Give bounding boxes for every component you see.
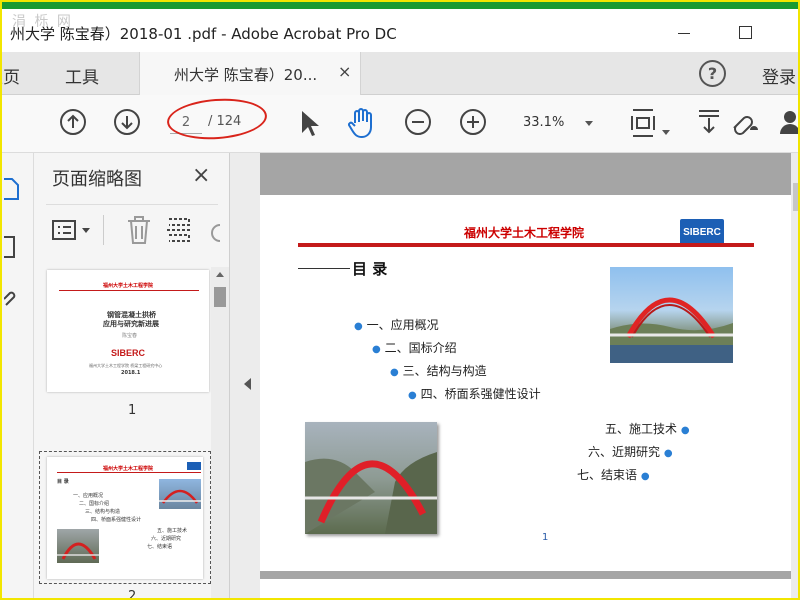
delete-page-icon[interactable] [126,215,152,249]
thumb2-header: 福州大学土木工程学院 [103,466,154,472]
thumb2-item-4: 四、桥面系强健性设计 [91,517,142,523]
thumb2-bridge-photo-2 [57,529,99,563]
bullet-icon: ● [354,321,363,332]
thumb1-redline [59,290,199,291]
app-window: 州大学 陈宝春）2018-01 .pdf - Adobe Acrobat Pro… [0,0,800,600]
toolbar-divider [103,215,104,245]
page-header-text: 福州大学土木工程学院 [464,226,585,240]
thumb1-title-2: 应用与研究新进展 [103,320,159,328]
thumb2-item-7: 七、结束语 [147,544,173,550]
document-page: 福州大学土木工程学院 SIBERC 目 录 ● 一、应用概况 ● 二、国标介绍 … [260,195,791,571]
panel-divider [46,204,218,205]
thumb1-date: 2018.1 [121,370,141,376]
scroll-up-icon[interactable] [216,272,224,277]
thumb2-logo [187,462,201,470]
title-bar: 州大学 陈宝春）2018-01 .pdf - Adobe Acrobat Pro… [2,9,798,52]
toc-item-5: 五、施工技术 ● [605,422,690,436]
page-thumbnail-2[interactable]: 福州大学土木工程学院 目 录 一、应用概况 二、国标介绍 三、结构与构造 四、桥… [47,457,203,579]
bullet-icon: ● [663,448,673,459]
panel-title: 页面缩略图 [52,169,142,190]
next-page-preview [260,579,791,598]
thumb1-logo: SIBERC [111,348,146,358]
bullet-icon: ● [680,425,690,436]
page-thumbnails-icon[interactable] [4,175,20,207]
fit-dropdown-icon[interactable] [662,121,670,140]
page-thumbnail-2-selected[interactable]: 福州大学土木工程学院 目 录 一、应用概况 二、国标介绍 三、结构与构造 四、桥… [39,451,211,584]
collapse-arrow-icon[interactable] [244,378,251,390]
tab-document-label: 州大学 陈宝春）20... [174,66,318,84]
thumb2-item-2: 二、国标介绍 [79,501,110,507]
thumb1-author: 陈宝春 [122,333,138,339]
toc-item-6: 六、近期研究 ● [588,445,673,459]
next-page-icon[interactable] [113,108,141,140]
zoom-in-icon[interactable] [459,108,487,140]
thumb2-bridge-photo-1 [159,479,201,509]
tab-tools[interactable]: 工具 [65,63,99,88]
bullet-icon: ● [640,471,650,482]
annotation-circle [165,95,269,143]
bridge-photo-2 [305,422,437,534]
share-link-icon[interactable] [728,108,762,140]
login-link[interactable]: 登录 [762,63,796,88]
scrollbar-thumb[interactable] [214,287,226,307]
thumb1-org: 福州大学土木工程学院 桥梁工程研究中心 [89,363,163,368]
previous-page-icon[interactable] [59,108,87,140]
thumbnail-page-number-2: 2 [128,589,137,600]
maximize-button[interactable] [726,17,766,47]
select-arrow-icon[interactable] [299,109,319,141]
main-toolbar: 2 / 124 33.1% [2,95,798,153]
bridge-photo-1 [610,267,733,363]
thumb1-header: 福州大学土木工程学院 [103,283,154,289]
title-accent-bar [2,2,798,9]
hand-tool-icon[interactable] [347,107,377,143]
panel-close-icon[interactable]: × [192,163,210,188]
bullet-icon: ● [390,367,399,378]
panel-collapse-handle[interactable] [230,153,260,598]
thumbnail-page-number-1: 1 [128,403,137,418]
navigation-rail [2,153,34,598]
attachments-icon[interactable] [3,285,20,317]
thumb2-redline [57,472,201,473]
thumb2-heading: 目 录 [57,479,69,485]
toc-item-3: ● 三、结构与构造 [390,364,487,378]
zoom-dropdown-icon[interactable] [585,121,593,126]
tab-home[interactable]: 主页 [2,63,20,88]
zoom-out-icon[interactable] [404,108,432,140]
thumbnails-scrollbar[interactable] [211,267,229,598]
heading-rule [298,268,350,269]
rotate-page-icon[interactable] [206,221,222,249]
tab-document[interactable]: 州大学 陈宝春）20... × [139,52,361,95]
page-number: 1 [542,532,549,543]
document-scrollbar[interactable] [791,153,798,598]
toc-heading: 目 录 [352,260,388,278]
page-thumbnail-1[interactable]: 福州大学土木工程学院 钢管混凝土拱桥 应用与研究新进展 陈宝春 SIBERC 福… [47,270,209,392]
bookmarks-icon[interactable] [4,233,20,265]
zoom-level[interactable]: 33.1% [523,115,564,130]
user-icon[interactable] [778,108,798,140]
header-red-rule [298,243,754,247]
options-menu-icon[interactable] [52,219,92,247]
insert-page-icon[interactable] [167,215,191,249]
tab-close-icon[interactable]: × [338,62,351,81]
toc-item-2: ● 二、国标介绍 [372,341,457,355]
toc-item-7: 七、结束语 ● [577,468,650,482]
fit-page-icon[interactable] [629,108,657,142]
watermark: 涓 栎 网 [12,14,73,30]
thumb2-item-6: 六、近期研究 [151,536,182,542]
thumbnails-panel: 页面缩略图 × 福州大学土木工程学院 钢管混凝土拱桥 应用与研究新进展 陈宝春 … [34,153,230,600]
help-icon[interactable]: ? [699,60,726,87]
thumb2-item-1: 一、应用概况 [73,493,104,499]
document-viewer[interactable]: 福州大学土木工程学院 SIBERC 目 录 ● 一、应用概况 ● 二、国标介绍 … [260,153,798,598]
thumb2-item-5: 五、施工技术 [157,528,188,534]
document-scrollbar-thumb[interactable] [793,183,798,211]
bullet-icon: ● [372,344,381,355]
minimize-button[interactable] [666,17,706,47]
thumb2-item-3: 三、结构与构造 [85,509,121,515]
toc-item-1: ● 一、应用概况 [354,318,439,332]
toc-item-4: ● 四、桥面系强健性设计 [408,387,541,401]
panel-toolbar [34,209,230,257]
download-icon[interactable] [696,108,722,140]
tab-bar: 主页 工具 州大学 陈宝春）20... × ? 登录 [2,52,798,95]
bullet-icon: ● [408,390,417,401]
